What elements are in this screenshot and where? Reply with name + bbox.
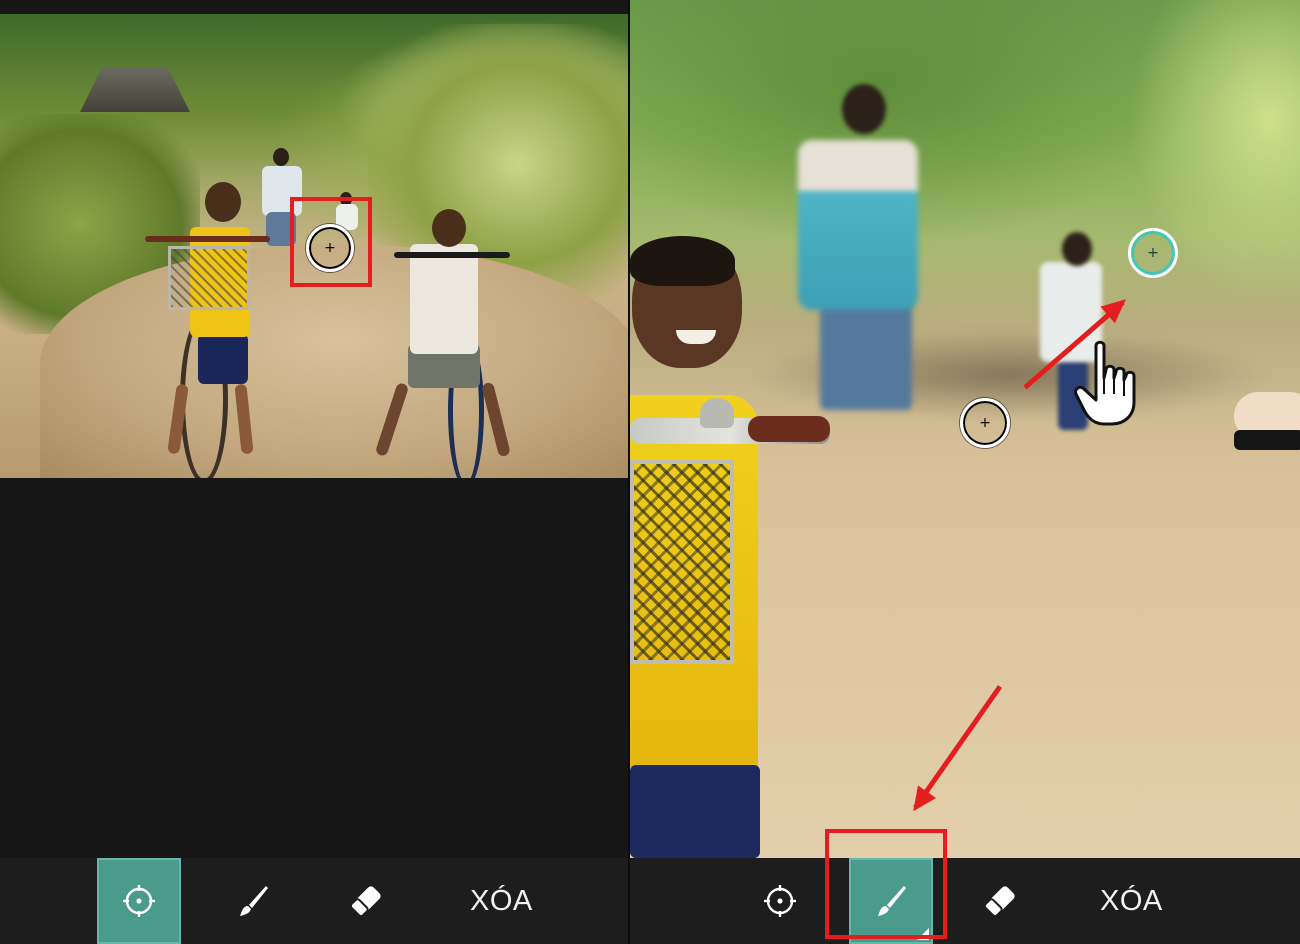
crosshair-icon: [123, 885, 155, 917]
brush-tool-button[interactable]: [211, 858, 295, 944]
delete-button[interactable]: XÓA: [470, 858, 533, 944]
delete-button[interactable]: XÓA: [1100, 858, 1163, 944]
pointing-hand-icon: [1074, 340, 1136, 426]
crosshair-circle[interactable]: +: [960, 398, 1010, 448]
photo-canvas-right[interactable]: + +: [630, 0, 1300, 858]
hut-roof: [80, 68, 190, 112]
right-panel: + + XÓA: [630, 0, 1300, 944]
toolbar-left: XÓA: [0, 858, 628, 944]
eraser-icon: [983, 886, 1015, 918]
left-panel: + XÓA: [0, 0, 628, 944]
eraser-tool-button[interactable]: [958, 858, 1042, 944]
crosshair-icon: [764, 885, 796, 917]
target-tool-button[interactable]: [97, 858, 181, 944]
teal-crosshair-circle[interactable]: +: [1128, 228, 1178, 278]
toolbar-right: XÓA: [630, 858, 1300, 944]
eraser-icon: [349, 886, 381, 918]
brush-icon: [240, 886, 268, 916]
target-tool-button[interactable]: [738, 858, 822, 944]
handlebar-grip: [1234, 430, 1300, 450]
highlight-box: [825, 829, 947, 939]
eraser-tool-button[interactable]: [324, 858, 408, 944]
highlight-box: [290, 197, 372, 287]
